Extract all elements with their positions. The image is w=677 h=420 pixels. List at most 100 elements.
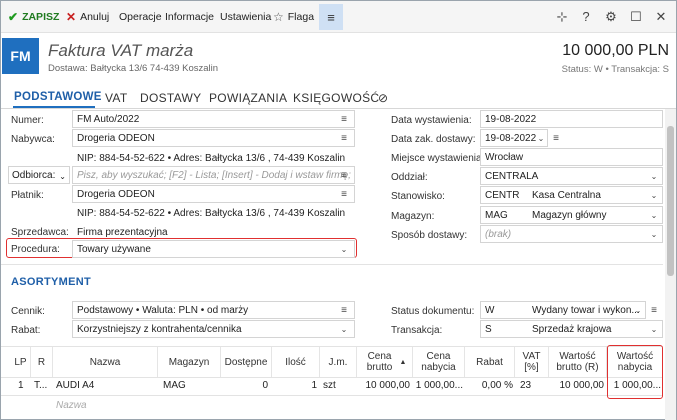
status-dokumentu-select[interactable]: W Wydany towar i wykon... — [480, 301, 646, 319]
procedura-label: Procedura: — [11, 244, 60, 255]
checkmark-icon: ✔ — [8, 10, 19, 24]
chevron-down-icon[interactable]: ⌄ — [336, 320, 352, 338]
chevron-down-icon: ⌄ — [59, 172, 66, 181]
close-window-icon[interactable]: ✕ — [652, 9, 670, 25]
col-cena-brutto[interactable]: Cena brutto ▲ — [357, 347, 413, 377]
col-rabat[interactable]: Rabat — [465, 347, 515, 377]
nabywca-details: NIP: 884-54-52-622 • Adres: Bałtycka 13/… — [72, 149, 355, 167]
transakcja-select[interactable]: S Sprzedaż krajowa — [480, 320, 663, 338]
col-lp[interactable]: LP — [11, 347, 31, 377]
chevron-down-icon[interactable]: ⌄ — [336, 240, 352, 258]
nabywca-menu-icon[interactable]: ≡ — [336, 129, 352, 147]
magazyn-label: Magazyn: — [391, 211, 435, 222]
help-icon[interactable]: ? — [577, 9, 595, 25]
rabat-label: Rabat: — [11, 325, 41, 336]
asortyment-section-title: ASORTYMENT — [11, 276, 91, 288]
tab-podstawowe[interactable]: PODSTAWOWE — [14, 91, 102, 103]
status-menu-icon[interactable]: ≡ — [646, 301, 662, 319]
flag-button[interactable]: ☆ Flaga — [273, 9, 314, 25]
nabywca-label: Nabywca: — [11, 134, 55, 145]
col-nazwa[interactable]: Nazwa — [53, 347, 158, 377]
maximize-icon[interactable]: ☐ — [627, 9, 645, 25]
document-type-badge: FM — [2, 38, 39, 74]
col-dostepne[interactable]: Dostępne — [221, 347, 272, 377]
chevron-down-icon[interactable]: ⌄ — [630, 301, 646, 319]
sprzedawca-label: Sprzedawca: — [11, 227, 69, 238]
gear-icon[interactable]: ⚙ — [602, 9, 620, 25]
miejsce-label: Miejsce wystawienia: — [391, 153, 485, 164]
section-divider — [1, 264, 663, 265]
nabywca-field[interactable]: Drogeria ODEON — [72, 129, 355, 147]
col-vat[interactable]: VAT [%] — [515, 347, 549, 377]
tab-dostawy[interactable]: DOSTAWY — [140, 91, 201, 105]
data-dostawy-menu-icon[interactable]: ≡ — [548, 129, 564, 147]
odbiorca-menu-icon[interactable]: ≡ — [336, 166, 352, 184]
oddzial-label: Oddział: — [391, 172, 428, 183]
info-menu[interactable]: Informacje — [165, 9, 214, 25]
chevron-down-icon[interactable]: ⌄ — [646, 167, 662, 185]
rabat-select[interactable]: Korzystniejszy z kontrahenta/cennika — [72, 320, 355, 338]
chevron-down-icon[interactable]: ⌄ — [646, 225, 662, 243]
star-icon: ☆ — [273, 10, 284, 24]
magazyn-select[interactable]: MAG Magazyn główny — [480, 206, 663, 224]
active-tab-indicator — [13, 106, 95, 108]
odbiorca-selector[interactable]: Odbiorca: ⌄ — [8, 166, 70, 184]
hamburger-menu-button[interactable]: ≡ — [319, 4, 343, 30]
cennik-field[interactable]: Podstawowy • Waluta: PLN • od marży — [72, 301, 355, 319]
table-row-border — [1, 395, 663, 396]
data-dostawy-label: Data zak. dostawy: — [391, 134, 476, 145]
cennik-menu-icon[interactable]: ≡ — [336, 301, 352, 319]
platnik-field[interactable]: Drogeria ODEON — [72, 185, 355, 203]
stanowisko-label: Stanowisko: — [391, 191, 445, 202]
save-button[interactable]: ✔ ZAPISZ — [8, 9, 59, 25]
hamburger-icon: ≡ — [327, 9, 335, 25]
invoice-window: ✔ ZAPISZ ✕ Anuluj Operacje Informacje Us… — [0, 0, 677, 420]
chevron-down-icon[interactable]: ⌄ — [533, 129, 549, 147]
document-amount: 10 000,00 PLN — [562, 42, 669, 59]
status-dokumentu-label: Status dokumentu: — [391, 306, 475, 317]
add-tab-icon[interactable]: ⊹ — [553, 9, 571, 25]
cennik-label: Cennik: — [11, 306, 45, 317]
chevron-down-icon[interactable]: ⌄ — [646, 320, 662, 338]
sposob-dostawy-select[interactable]: (brak) — [480, 225, 663, 243]
cancel-button[interactable]: ✕ Anuluj — [66, 9, 109, 25]
col-magazyn[interactable]: Magazyn — [158, 347, 221, 377]
numer-field[interactable]: FM Auto/2022 — [72, 110, 355, 128]
numer-menu-icon[interactable]: ≡ — [336, 110, 352, 128]
stanowisko-select[interactable]: CENTR Kasa Centralna — [480, 186, 663, 204]
document-status: Status: W • Transakcja: S — [561, 64, 669, 75]
platnik-label: Płatnik: — [11, 190, 44, 201]
transakcja-label: Transakcja: — [391, 325, 443, 336]
settings-menu[interactable]: Ustawienia — [220, 9, 271, 25]
close-icon: ✕ — [66, 10, 77, 24]
odbiorca-input[interactable]: Pisz, aby wyszukać; [F2] - Lista; [Inser… — [72, 166, 355, 184]
scrollbar-thumb[interactable] — [667, 126, 674, 276]
col-wartosc-brutto[interactable]: Wartość brutto (R) — [549, 347, 607, 377]
data-wystawienia-field[interactable]: 19-08-2022 — [480, 110, 663, 128]
col-ilosc[interactable]: Ilość — [272, 347, 320, 377]
col-cena-nabycia[interactable]: Cena nabycia — [413, 347, 465, 377]
toolbar: ✔ ZAPISZ ✕ Anuluj Operacje Informacje Us… — [1, 1, 676, 33]
col-jm[interactable]: J.m. — [320, 347, 357, 377]
delivery-address: Dostawa: Bałtycka 13/6 74-439 Koszalin — [48, 63, 219, 74]
chevron-down-icon[interactable]: ⌄ — [646, 206, 662, 224]
tab-powiazania[interactable]: POWIĄZANIA — [209, 91, 287, 105]
operations-menu[interactable]: Operacje — [119, 9, 162, 25]
wartosc-nabycia-highlight — [607, 345, 663, 399]
procedura-select[interactable]: Towary używane — [72, 240, 355, 258]
sort-asc-icon: ▲ — [399, 358, 407, 366]
col-r[interactable]: R — [31, 347, 53, 377]
new-row-name-input[interactable]: Nazwa — [56, 398, 87, 414]
tab-ksiegowosc[interactable]: KSIĘGOWOŚĆ — [293, 91, 379, 105]
miejsce-field[interactable]: Wrocław — [480, 148, 663, 166]
chevron-down-icon[interactable]: ⌄ — [646, 186, 662, 204]
data-wystawienia-label: Data wystawienia: — [391, 115, 472, 126]
platnik-menu-icon[interactable]: ≡ — [336, 185, 352, 203]
numer-label: Numer: — [11, 115, 44, 126]
oddzial-select[interactable]: CENTRALA — [480, 167, 663, 185]
sposob-dostawy-label: Sposób dostawy: — [391, 230, 468, 241]
document-title: Faktura VAT marża — [48, 41, 194, 60]
tab-vat[interactable]: VAT — [105, 91, 127, 105]
platnik-details: NIP: 884-54-52-622 • Adres: Bałtycka 13/… — [72, 204, 355, 222]
attachment-icon[interactable]: ⊘ — [378, 91, 388, 105]
